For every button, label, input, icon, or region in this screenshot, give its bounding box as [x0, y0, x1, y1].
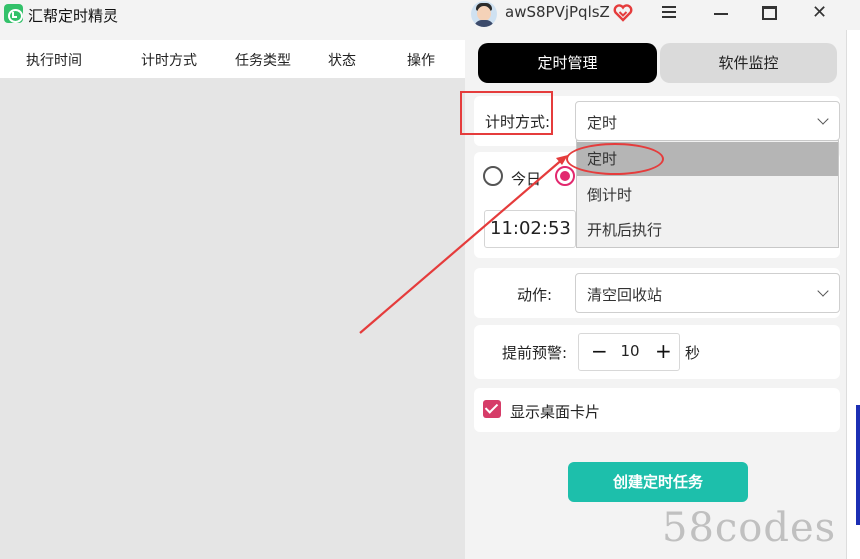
timer-mode-select[interactable]: 定时 — [575, 101, 840, 141]
stepper-value[interactable]: 10 — [610, 342, 650, 360]
username-label[interactable]: awS8PVjPqlsZ — [505, 3, 610, 21]
annotation-highlight-ellipse — [566, 143, 664, 175]
app-title: 汇帮定时精灵 — [28, 7, 119, 25]
menu-icon[interactable] — [662, 6, 676, 18]
chevron-down-icon — [817, 285, 829, 297]
background-window-accent — [856, 405, 860, 525]
time-input[interactable]: 11:02:53 — [484, 210, 576, 248]
maximize-icon[interactable] — [762, 6, 777, 20]
action-selected: 清空回收站 — [587, 286, 663, 304]
chevron-down-icon — [817, 113, 829, 125]
column-status: 状态 — [328, 53, 356, 69]
timer-mode-selected: 定时 — [587, 114, 618, 132]
stepper-plus-button[interactable]: + — [655, 341, 672, 361]
stepper-minus-button[interactable]: − — [591, 341, 608, 361]
radio-specific-date[interactable] — [555, 166, 575, 186]
action-select[interactable]: 清空回收站 — [575, 273, 840, 313]
title-bar: 汇帮定时精灵 awS8PVjPqlsZ ✕ — [0, 0, 860, 30]
user-avatar[interactable] — [471, 1, 497, 27]
task-table-body — [0, 78, 465, 559]
show-desktop-card-label: 显示桌面卡片 — [510, 403, 601, 421]
task-table-header: 执行时间 计时方式 任务类型 状态 操作 — [0, 40, 465, 78]
show-desktop-card-checkbox[interactable] — [483, 400, 501, 418]
dropdown-option-countdown[interactable]: 倒计时 — [577, 178, 838, 212]
action-label: 动作: — [517, 286, 553, 304]
column-actions: 操作 — [407, 53, 435, 69]
dropdown-option-on-boot[interactable]: 开机后执行 — [577, 213, 838, 247]
minimize-icon[interactable] — [714, 13, 728, 15]
column-timer-mode: 计时方式 — [141, 53, 197, 69]
warning-unit: 秒 — [685, 344, 701, 362]
column-execute-time: 执行时间 — [26, 53, 82, 69]
app-logo-icon — [4, 4, 23, 23]
tab-software-monitor[interactable]: 软件监控 — [660, 43, 837, 83]
warning-label: 提前预警: — [502, 344, 568, 362]
close-icon[interactable]: ✕ — [812, 3, 827, 23]
radio-today[interactable] — [483, 166, 503, 186]
watermark-text: 58codes — [662, 505, 837, 551]
tab-timer-management[interactable]: 定时管理 — [478, 43, 657, 83]
radio-today-label: 今日 — [511, 170, 542, 188]
annotation-highlight-box — [460, 91, 553, 135]
create-timer-task-button[interactable]: 创建定时任务 — [568, 462, 748, 502]
column-task-type: 任务类型 — [235, 53, 291, 69]
vip-heart-icon[interactable] — [613, 3, 633, 23]
